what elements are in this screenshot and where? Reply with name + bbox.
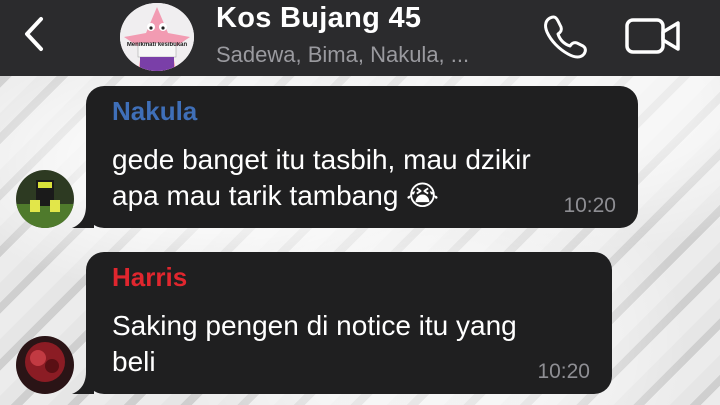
group-members[interactable]: Sadewa, Bima, Nakula, ... (216, 42, 469, 68)
harris-avatar[interactable] (16, 336, 74, 394)
message-time: 10:20 (563, 194, 616, 217)
chat-header: Menikmati kesibukan Kos Bujang 45 Sadewa… (0, 0, 720, 76)
chevron-left-icon (25, 17, 43, 51)
sender-name[interactable]: Harris (112, 262, 187, 293)
nakula-avatar[interactable] (16, 170, 74, 228)
message-text-line-1: gede banget itu tasbih, mau dzikir (112, 144, 531, 175)
group-avatar[interactable] (120, 3, 194, 71)
message-time: 10:20 (537, 360, 590, 383)
message-bubble[interactable]: Harris Saking pengen di notice itu yang … (72, 252, 612, 394)
bubble-tail (72, 372, 94, 394)
message-text-line-2: apa mau tarik tambang 😭 (112, 180, 439, 211)
video-camera-icon (625, 18, 680, 54)
voice-call-button[interactable] (540, 12, 588, 60)
sender-name[interactable]: Nakula (112, 96, 197, 127)
message-text-line-1: Saking pengen di notice itu yang (112, 310, 517, 341)
message-text-line-2: beli (112, 346, 156, 377)
group-avatar-caption: Menikmati kesibukan (126, 42, 188, 48)
nakula-avatar-image (16, 170, 74, 228)
phone-icon (544, 15, 587, 59)
bubble-tail (72, 206, 94, 228)
message-bubble[interactable]: Nakula gede banget itu tasbih, mau dziki… (72, 86, 638, 228)
group-name[interactable]: Kos Bujang 45 (216, 2, 421, 35)
harris-avatar-image (16, 336, 74, 394)
group-avatar-image (120, 3, 194, 71)
video-call-button[interactable] (624, 14, 682, 58)
back-button[interactable] (16, 16, 52, 52)
